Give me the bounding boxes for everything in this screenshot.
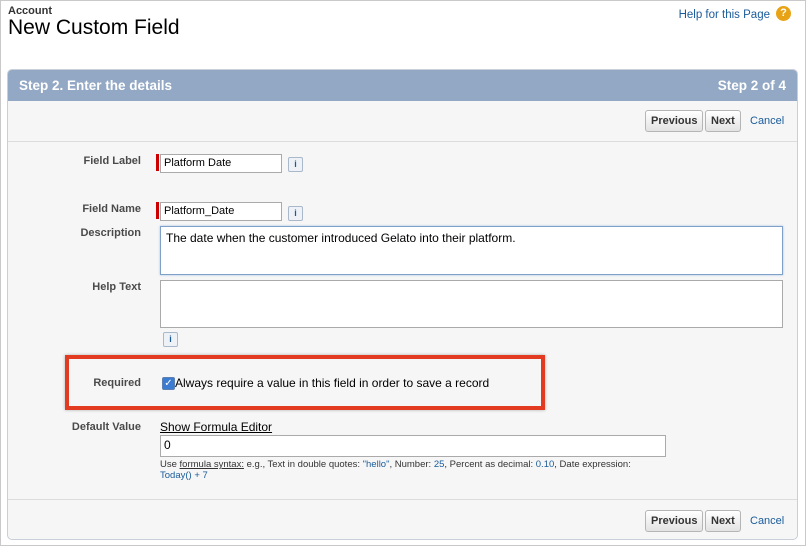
required-checkbox[interactable]: ✓ (162, 377, 175, 390)
next-button-bottom[interactable]: Next (705, 510, 741, 532)
divider-top (8, 141, 797, 142)
step-panel: Step 2. Enter the details Step 2 of 4 Pr… (7, 69, 798, 540)
description-textarea[interactable]: The date when the customer introduced Ge… (160, 226, 783, 275)
default-value-label: Default Value (71, 421, 141, 433)
field-name-input[interactable]: Platform_Date (160, 202, 282, 221)
help-link[interactable]: Help for this Page (679, 9, 770, 21)
hint-example: 25 (433, 459, 445, 470)
help-text-label: Help Text (92, 281, 141, 293)
default-value-input[interactable]: 0 (160, 435, 666, 457)
info-icon[interactable]: i (288, 206, 303, 221)
show-formula-editor-link[interactable]: Show Formula Editor (160, 420, 272, 434)
hint-example: 0.10 (535, 459, 555, 470)
hint-use: Use (160, 459, 177, 470)
formula-syntax-link[interactable]: formula syntax: (180, 459, 244, 470)
next-button-top[interactable]: Next (705, 110, 741, 132)
hint-text: , Date expression: (554, 459, 631, 470)
previous-button-top[interactable]: Previous (645, 110, 704, 132)
info-icon[interactable]: i (163, 332, 178, 347)
hint-text: e.g., Text in double quotes: (243, 459, 363, 470)
hint-text: , Number: (389, 459, 434, 470)
step-count: Step 2 of 4 (717, 78, 786, 93)
field-name-label: Field Name (82, 203, 141, 215)
description-label: Description (80, 227, 141, 239)
hint-example: "hello" (362, 459, 390, 470)
cancel-link-bottom[interactable]: Cancel (750, 515, 784, 527)
required-indicator (156, 202, 159, 219)
formula-hint: Use formula syntax: e.g., Text in double… (160, 459, 631, 470)
hint-example: Today() + 7 (160, 470, 208, 481)
field-label-label: Field Label (83, 155, 141, 167)
previous-button-bottom[interactable]: Previous (645, 510, 704, 532)
divider-bottom (8, 499, 797, 500)
required-checkbox-label: Always require a value in this field in … (175, 376, 490, 390)
page-title: New Custom Field (8, 16, 180, 39)
formula-hint-line2: Today() + 7 (160, 470, 208, 481)
question-circle-icon[interactable]: ? (776, 6, 791, 21)
required-label: Required (93, 377, 141, 389)
panel-header: Step 2. Enter the details Step 2 of 4 (8, 70, 797, 101)
step-title: Step 2. Enter the details (19, 78, 173, 93)
hint-text: , Percent as decimal: (444, 459, 536, 470)
info-icon[interactable]: i (288, 157, 303, 172)
required-indicator (156, 154, 159, 171)
cancel-link-top[interactable]: Cancel (750, 115, 784, 127)
help-text-textarea[interactable] (160, 280, 783, 328)
field-label-input[interactable]: Platform Date (160, 154, 282, 173)
